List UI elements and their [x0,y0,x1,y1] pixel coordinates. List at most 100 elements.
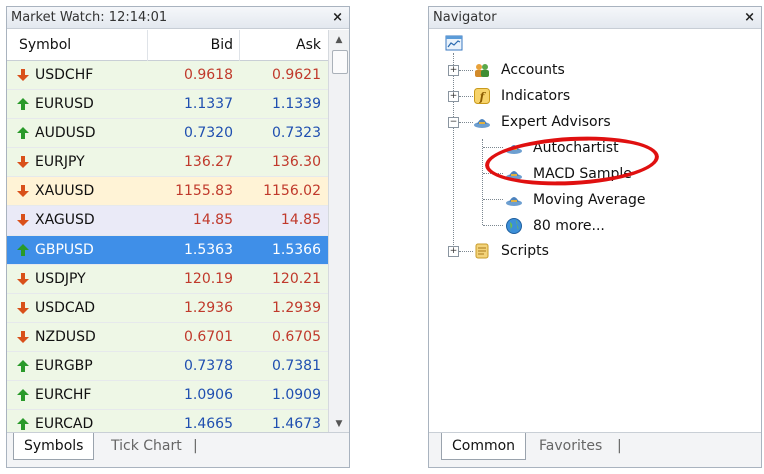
symbol-cell: USDJPY [35,270,86,287]
arrow-down-icon [17,330,29,343]
expand-scripts-icon[interactable]: + [448,246,459,257]
scroll-thumb[interactable] [332,50,348,74]
bid-cell: 1.0906 [184,387,233,404]
symbol-cell: EURGBP [35,357,93,374]
market-watch-tabs: Symbols Tick Chart | [7,432,349,467]
bid-cell: 136.27 [184,154,233,171]
table-row[interactable]: NZDUSD 0.6701 0.6705 [7,322,329,352]
symbol-cell: EURCHF [35,387,92,404]
tab-separator: | [617,438,622,454]
navigator-title: Navigator × [429,7,761,29]
ask-cell: 0.6705 [272,328,321,345]
table-row[interactable]: USDCHF 0.9618 0.9621 [7,61,329,91]
ask-cell: 0.9621 [272,67,321,83]
expand-indicators-icon[interactable]: + [448,91,459,102]
market-watch-title-text: Market Watch: 12:14:01 [11,10,168,25]
table-row[interactable]: EURCHF 1.0906 1.0909 [7,381,329,411]
tab-symbols[interactable]: Symbols [13,433,95,460]
table-row[interactable]: XAGUSD 14.85 14.85 [7,206,329,236]
symbol-cell: EURUSD [35,96,94,113]
bid-cell: 1.1337 [184,96,233,113]
table-row[interactable]: EURUSD 1.1337 1.1339 [7,90,329,120]
navigator-title-text: Navigator [433,10,497,25]
tree-item-moving-average[interactable]: Moving Average [533,188,646,212]
ask-cell: 1.0909 [272,387,321,404]
tree-connector [483,225,503,226]
symbol-cell: EURJPY [35,154,85,171]
collapse-expert-advisors-icon[interactable]: − [448,117,459,128]
tree-connector [459,70,473,71]
tree-connector [483,199,503,200]
close-icon[interactable]: × [744,7,755,29]
tree-item-indicators[interactable]: Indicators [501,84,570,108]
ask-cell: 14.85 [280,212,321,229]
arrow-down-icon [17,156,29,169]
bid-cell: 14.85 [192,212,233,229]
ask-cell: 0.7381 [272,357,321,374]
scripts-icon [475,243,489,259]
arrow-up-icon [17,127,29,140]
arrow-down-icon [17,69,29,81]
table-row[interactable]: EURGBP 0.7378 0.7381 [7,351,329,382]
symbol-cell: USDCAD [35,299,96,316]
accounts-icon [475,64,489,77]
ask-cell: 136.30 [272,154,321,171]
arrow-up-icon [17,418,29,431]
navigator-panel: Navigator × + Accounts + f Indicators − … [428,6,762,468]
bid-cell: 0.9618 [184,67,233,83]
table-row[interactable]: XAUUSD 1155.83 1156.02 [7,177,329,207]
column-header-row: Symbol Bid Ask [7,30,329,61]
symbol-cell: GBPUSD [35,241,94,258]
tree-item-more[interactable]: 80 more... [533,214,605,238]
arrow-up-icon [17,359,29,372]
tab-common[interactable]: Common [441,433,527,460]
table-row[interactable]: AUDUSD 0.7320 0.7323 [7,119,329,149]
tab-separator: | [193,438,198,454]
market-watch-panel: Market Watch: 12:14:01 × Symbol Bid Ask … [6,6,350,468]
tree-item-scripts[interactable]: Scripts [501,239,549,263]
bid-cell: 1155.83 [175,183,233,200]
tree-connector [453,53,454,251]
tab-tick-chart[interactable]: Tick Chart [101,433,192,459]
table-row[interactable]: EURJPY 136.27 136.30 [7,148,329,178]
column-header-symbol[interactable]: Symbol [19,30,71,60]
table-row[interactable]: USDJPY 120.19 120.21 [7,264,329,294]
symbol-cell: NZDUSD [35,328,96,345]
arrow-up-icon [17,389,29,402]
bid-cell: 1.5363 [184,241,233,258]
tree-item-accounts[interactable]: Accounts [501,58,565,82]
tree-connector [483,147,503,148]
ask-cell: 1156.02 [263,183,321,200]
arrow-down-icon [17,214,29,227]
bid-cell: 0.7320 [184,125,233,142]
arrow-down-icon [17,272,29,285]
quote-table: USDCHF 0.9618 0.9621 EURUSD 1.1337 1.1339 AUDU… [7,61,329,440]
tree-connector [459,122,473,123]
arrow-up-icon [17,98,29,111]
vertical-scrollbar[interactable]: ▲ ▼ [328,30,349,434]
indicators-icon: f [474,88,490,104]
market-watch-title: Market Watch: 12:14:01 × [7,7,349,29]
bid-cell: 0.7378 [184,357,233,374]
navigator-tree: + Accounts + f Indicators − Expert Advis… [429,29,761,433]
arrow-down-icon [17,301,29,314]
close-icon[interactable]: × [332,7,343,29]
expand-accounts-icon[interactable]: + [448,65,459,76]
navigator-tabs: Common Favorites | [429,432,761,467]
tree-connector [459,251,473,252]
table-row[interactable]: GBPUSD 1.5363 1.5366 [7,235,329,265]
scroll-up-icon[interactable]: ▲ [329,32,349,48]
ask-cell: 0.7323 [272,125,321,142]
symbol-cell: USDCHF [35,67,94,83]
terminal-root-icon [445,35,463,51]
ask-cell: 1.1339 [272,96,321,113]
column-header-bid[interactable]: Bid [141,30,233,60]
tree-item-expert-advisors[interactable]: Expert Advisors [501,110,611,134]
scroll-down-icon[interactable]: ▼ [329,416,349,432]
symbol-cell: XAGUSD [35,212,95,229]
tab-favorites[interactable]: Favorites [529,433,612,459]
ask-cell: 1.2939 [272,299,321,316]
bid-cell: 1.2936 [184,299,233,316]
table-row[interactable]: USDCAD 1.2936 1.2939 [7,293,329,323]
column-header-ask[interactable]: Ask [235,30,321,60]
